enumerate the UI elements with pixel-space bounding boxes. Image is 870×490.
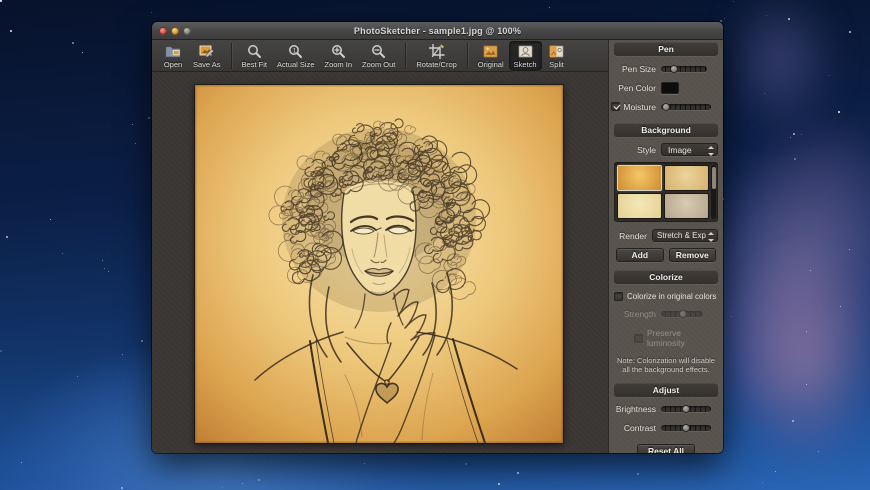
contrast-row: Contrast — [614, 422, 718, 435]
toolbar: Open Save As Best Fit 1 Actual Size Zoom… — [152, 40, 608, 72]
strength-row: Strength — [614, 307, 718, 320]
pen-color-label: Pen Color — [618, 82, 656, 93]
open-button[interactable]: Open — [158, 41, 188, 71]
contrast-label: Contrast — [623, 423, 656, 434]
titlebar[interactable]: PhotoSketcher - sample1.jpg @ 100% — [152, 22, 723, 40]
toolbar-label: Best Fit — [241, 59, 267, 69]
toolbar-separator — [466, 42, 468, 69]
save-image-icon — [199, 44, 215, 59]
toolbar-label: Sketch — [513, 59, 537, 69]
settings-sidebar: Pen Pen Size Pen Color Moisture Backgrou… — [608, 40, 723, 453]
zoom-in-button[interactable]: Zoom In — [320, 41, 358, 71]
render-label: Render — [619, 230, 647, 241]
toolbar-label: Open — [163, 59, 183, 69]
sketch-artwork — [195, 85, 563, 443]
toolbar-separator — [230, 42, 232, 69]
toolbar-label: Rotate/Crop — [416, 59, 457, 69]
texture-thumbnails-panel — [614, 162, 718, 222]
sketch-image-icon — [518, 44, 533, 59]
style-label: Style — [637, 144, 656, 155]
add-button[interactable]: Add — [616, 248, 664, 262]
image-canvas[interactable] — [152, 72, 608, 453]
magnifier-plus-icon — [331, 44, 346, 59]
moisture-slider-thumb[interactable] — [662, 102, 670, 111]
preserve-luminosity-checkbox — [634, 333, 643, 343]
moisture-label: Moisture — [623, 101, 656, 112]
brightness-label: Brightness — [615, 404, 656, 415]
toolbar-label: Zoom Out — [362, 59, 396, 69]
texture-thumb-2[interactable] — [665, 166, 708, 190]
folder-icon — [165, 44, 181, 59]
brightness-row: Brightness — [614, 403, 718, 416]
background-section-header: Background — [614, 123, 718, 137]
split-button[interactable]: Split — [542, 41, 572, 71]
pen-size-row: Pen Size — [614, 62, 718, 75]
pen-size-label: Pen Size — [621, 63, 656, 74]
pen-section-header: Pen — [614, 42, 718, 56]
magnifier-icon — [247, 44, 262, 59]
reset-all-button[interactable]: Reset All — [637, 443, 695, 453]
svg-text:1: 1 — [293, 47, 297, 54]
toolbar-label: Zoom In — [324, 59, 353, 69]
strength-label: Strength — [623, 308, 656, 319]
pen-size-slider[interactable] — [661, 64, 707, 73]
toolbar-separator — [405, 42, 407, 69]
texture-thumb-3[interactable] — [618, 194, 661, 218]
style-row: Style Image — [614, 143, 718, 156]
render-dropdown[interactable]: Stretch & Exp — [652, 229, 718, 242]
pen-size-slider-thumb[interactable] — [669, 64, 678, 73]
texture-thumb-4[interactable] — [665, 194, 708, 218]
zoom-out-button[interactable]: Zoom Out — [357, 41, 400, 71]
remove-button[interactable]: Remove — [668, 248, 716, 262]
thumbnails-scrollbar[interactable] — [711, 165, 716, 219]
colorize-checkbox-row: Colorize in original colors — [614, 292, 718, 301]
moisture-row: Moisture — [611, 100, 718, 113]
best-fit-button[interactable]: Best Fit — [237, 41, 272, 71]
contrast-slider[interactable] — [661, 424, 711, 433]
pen-color-row: Pen Color — [614, 81, 718, 94]
original-image-icon — [483, 44, 498, 59]
sketch-button[interactable]: Sketch — [508, 40, 542, 71]
save-as-button[interactable]: Save As — [188, 41, 226, 71]
chevron-up-down-icon — [708, 145, 714, 156]
toolbar-label: Save As — [193, 59, 221, 69]
moisture-slider[interactable] — [661, 102, 711, 111]
thumbnails-scrollbar-thumb[interactable] — [711, 167, 716, 189]
contrast-slider-thumb[interactable] — [682, 424, 690, 433]
colorize-checkbox-label: Colorize in original colors — [627, 292, 717, 301]
original-button[interactable]: Original — [473, 41, 509, 71]
texture-thumb-1[interactable] — [618, 166, 661, 190]
background-buttons: Add Remove — [614, 248, 718, 262]
photosketcher-window: PhotoSketcher - sample1.jpg @ 100% Open … — [152, 22, 723, 453]
split-image-icon — [549, 44, 564, 59]
render-value: Stretch & Exp — [657, 231, 706, 240]
actual-size-button[interactable]: 1 Actual Size — [272, 41, 320, 71]
strength-slider — [661, 309, 703, 318]
window-title: PhotoSketcher - sample1.jpg @ 100% — [353, 25, 522, 36]
preserve-luminosity-row: Preserve luminosity — [634, 328, 718, 348]
render-row: Render Stretch & Exp — [614, 229, 718, 242]
colorize-checkbox[interactable] — [614, 292, 623, 301]
brightness-slider-thumb[interactable] — [682, 405, 690, 414]
chevron-up-down-icon — [708, 231, 714, 242]
crop-icon — [428, 43, 445, 59]
brightness-slider[interactable] — [661, 405, 711, 414]
starfield — [0, 0, 1, 1]
pen-color-swatch[interactable] — [661, 81, 679, 94]
rotate-crop-button[interactable]: Rotate/Crop — [411, 41, 461, 71]
toolbar-label: Actual Size — [276, 59, 315, 69]
preserve-luminosity-label: Preserve luminosity — [647, 328, 685, 348]
colorize-section-header: Colorize — [614, 270, 718, 284]
colorize-note: Note: Colorization will disable all the … — [617, 356, 715, 375]
toolbar-label: Original — [477, 59, 504, 69]
magnifier-minus-icon — [371, 44, 386, 59]
strength-slider-thumb — [678, 309, 687, 318]
magnifier-1-icon: 1 — [288, 44, 303, 59]
toolbar-label: Split — [549, 59, 564, 69]
moisture-checkbox[interactable] — [611, 102, 621, 111]
style-value: Image — [668, 144, 692, 155]
adjust-section-header: Adjust — [614, 382, 718, 397]
style-dropdown[interactable]: Image — [661, 143, 718, 156]
